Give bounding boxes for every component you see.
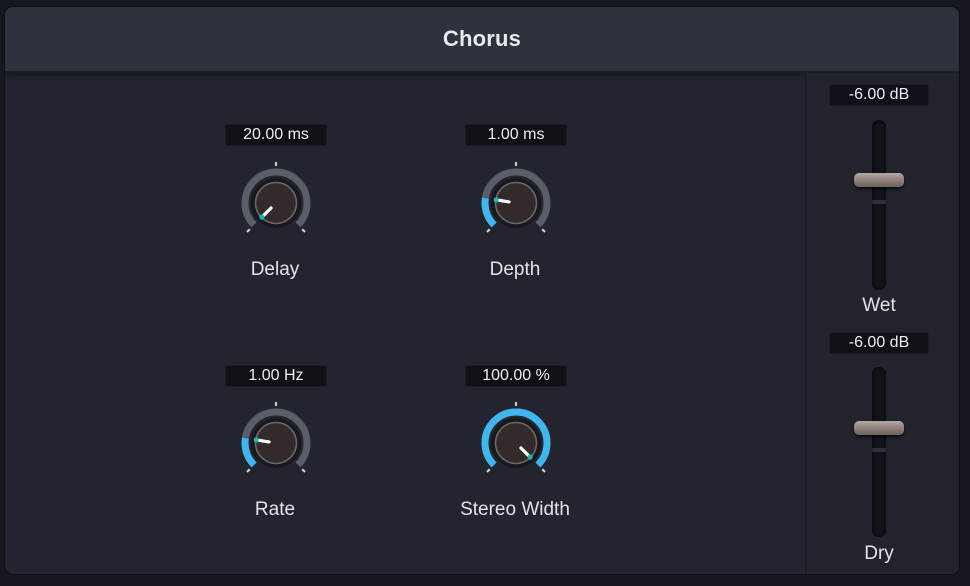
chorus-plugin-panel: Chorus 20.00 ms Delay 1.00 ms Depth 1.00… [5,7,959,574]
wet-fader-thumb[interactable] [854,173,904,187]
rate-knob-tick-max [301,468,306,473]
depth-knob[interactable] [470,157,562,237]
width-knob-tick-min [486,468,491,473]
plugin-title: Chorus [442,26,522,51]
width-knob-pointer-dot [527,454,533,460]
rate-knob-tick-min [246,468,251,473]
delay-value-display[interactable]: 20.00 ms [225,124,327,146]
rate-value-display[interactable]: 1.00 Hz [225,365,327,387]
depth-knob-tick-max [541,228,546,233]
delay-knob-tick-max [301,228,306,233]
delay-knob-tick-min [246,228,251,233]
rate-label: Rate [254,499,296,520]
depth-value-display[interactable]: 1.00 ms [465,124,567,146]
rate-knob-pointer [255,438,271,444]
rate-knob[interactable] [230,397,322,477]
stereo-width-value-display[interactable]: 100.00 % [465,365,567,387]
dry-fader-notch [872,448,886,452]
stereo-width-label: Stereo Width [460,499,570,520]
depth-label: Depth [489,259,541,280]
plugin-header: Chorus [5,7,959,73]
dry-label: Dry [864,543,894,564]
dry-fader-thumb[interactable] [854,421,904,435]
rate-knob-pointer-dot [253,437,259,443]
wet-value-display[interactable]: -6.00 dB [829,84,929,106]
depth-knob-cap [494,181,538,225]
dry-fader-track[interactable] [872,367,886,537]
depth-knob-pointer-dot [493,197,499,203]
stereo-width-knob[interactable] [470,397,562,477]
delay-knob[interactable] [230,157,322,237]
dry-value-display[interactable]: -6.00 dB [829,332,929,354]
output-mix-section: -6.00 dB Wet -6.00 dB Dry [805,73,959,574]
width-knob-tick-max [541,468,546,473]
depth-knob-tick-min [486,228,491,233]
delay-knob-pointer-dot [259,214,265,220]
rate-knob-cap [254,421,298,465]
wet-fader-notch [872,200,886,204]
depth-knob-pointer [495,198,511,204]
wet-label: Wet [862,295,896,316]
delay-label: Delay [250,259,300,280]
wet-fader-track[interactable] [872,120,886,290]
